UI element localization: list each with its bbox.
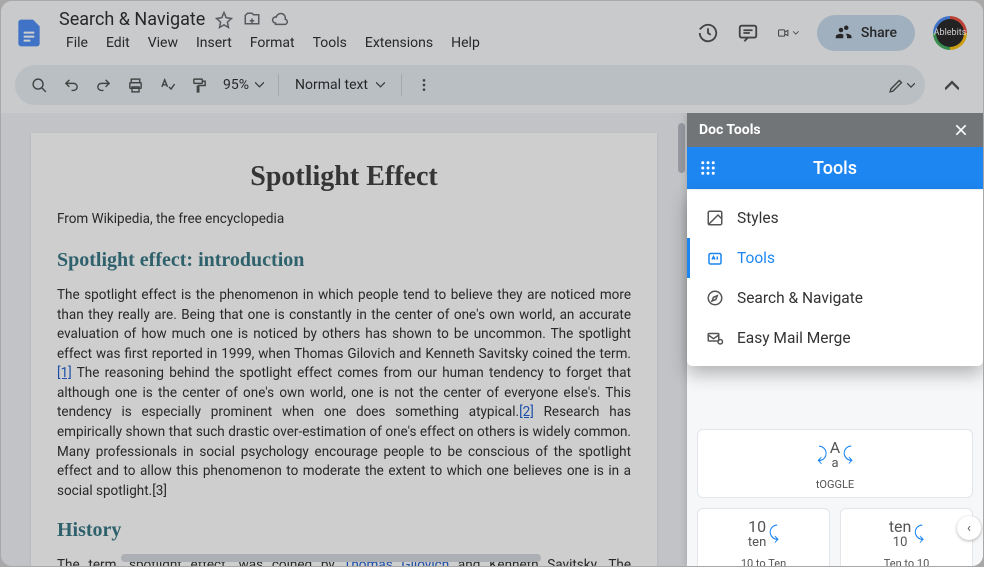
share-label: Share	[861, 25, 897, 41]
separator	[278, 74, 279, 96]
history-icon[interactable]	[697, 22, 719, 44]
citation-link[interactable]: [1]	[57, 365, 72, 381]
compass-icon	[705, 288, 725, 308]
spellcheck-icon[interactable]	[153, 71, 181, 99]
paragraph-style-select[interactable]: Normal text	[287, 77, 393, 93]
cloud-status-icon[interactable]	[271, 11, 289, 29]
zoom-select[interactable]: 95%	[217, 77, 270, 93]
vertical-scrollbar[interactable]	[678, 123, 685, 173]
menu-view[interactable]: View	[141, 32, 185, 54]
docs-logo[interactable]	[11, 9, 47, 57]
side-panel: Doc Tools Tools Styles Tools Search &	[687, 113, 983, 566]
menubar: File Edit View Insert Format Tools Exten…	[59, 32, 685, 54]
paint-format-icon[interactable]	[185, 71, 213, 99]
toolbar: 95% Normal text	[15, 65, 925, 105]
dropdown-item-search-navigate[interactable]: Search & Navigate	[687, 278, 983, 318]
tools-dropdown: Styles Tools Search & Navigate Easy Mail…	[687, 190, 983, 366]
comments-icon[interactable]	[737, 22, 759, 44]
dropdown-item-styles[interactable]: Styles	[687, 198, 983, 238]
more-icon[interactable]	[410, 71, 438, 99]
hide-sidepanel-button[interactable]: ‹	[957, 516, 981, 540]
tile-10-to-ten[interactable]: 10ten⤹ 10 to Ten	[697, 508, 830, 566]
account-avatar[interactable]: Ablebits	[933, 16, 967, 50]
doc-heading-2[interactable]: History	[57, 519, 631, 542]
doc-paragraph[interactable]: The spotlight effect is the phenomenon i…	[57, 286, 631, 501]
tile-ten-to-10[interactable]: ten10⤹ Ten to 10	[840, 508, 973, 566]
collapse-toolbar-icon[interactable]	[935, 68, 969, 102]
menu-edit[interactable]: Edit	[99, 32, 137, 54]
menu-file[interactable]: File	[59, 32, 95, 54]
menu-insert[interactable]: Insert	[189, 32, 239, 54]
sidepanel-tab-title: Tools	[687, 158, 983, 179]
separator	[401, 74, 402, 96]
tile-toggle-case[interactable]: ⤸Aa⤹ tOGGLE	[697, 429, 973, 498]
undo-icon[interactable]	[57, 71, 85, 99]
editing-mode-icon[interactable]	[887, 71, 915, 99]
meet-button[interactable]	[777, 22, 799, 44]
share-button[interactable]: Share	[817, 15, 915, 51]
move-icon[interactable]	[243, 11, 261, 29]
horizontal-scrollbar[interactable]	[121, 554, 541, 562]
sidepanel-toolbar: Tools	[687, 147, 983, 189]
menu-help[interactable]: Help	[444, 32, 487, 54]
close-icon[interactable]	[951, 120, 971, 140]
redo-icon[interactable]	[89, 71, 117, 99]
menu-format[interactable]: Format	[243, 32, 302, 54]
document-title[interactable]: Search & Navigate	[59, 9, 205, 30]
menu-extensions[interactable]: Extensions	[358, 32, 440, 54]
search-icon[interactable]	[25, 71, 53, 99]
dropdown-item-mail-merge[interactable]: Easy Mail Merge	[687, 318, 983, 358]
menu-tools[interactable]: Tools	[306, 32, 354, 54]
document-canvas[interactable]: Spotlight Effect From Wikipedia, the fre…	[1, 113, 687, 566]
doc-subtitle[interactable]: From Wikipedia, the free encyclopedia	[57, 211, 631, 227]
sidepanel-header: Doc Tools	[687, 113, 983, 147]
sidepanel-title: Doc Tools	[699, 122, 761, 138]
doc-heading-1[interactable]: Spotlight Effect	[57, 161, 631, 193]
mail-merge-icon	[705, 328, 725, 348]
print-icon[interactable]	[121, 71, 149, 99]
dropdown-item-tools[interactable]: Tools	[687, 238, 983, 278]
star-icon[interactable]	[215, 11, 233, 29]
citation-link[interactable]: [2]	[519, 404, 534, 420]
doc-heading-2[interactable]: Spotlight effect: introduction	[57, 249, 631, 272]
styles-icon	[705, 208, 725, 228]
tools-icon	[705, 248, 725, 268]
